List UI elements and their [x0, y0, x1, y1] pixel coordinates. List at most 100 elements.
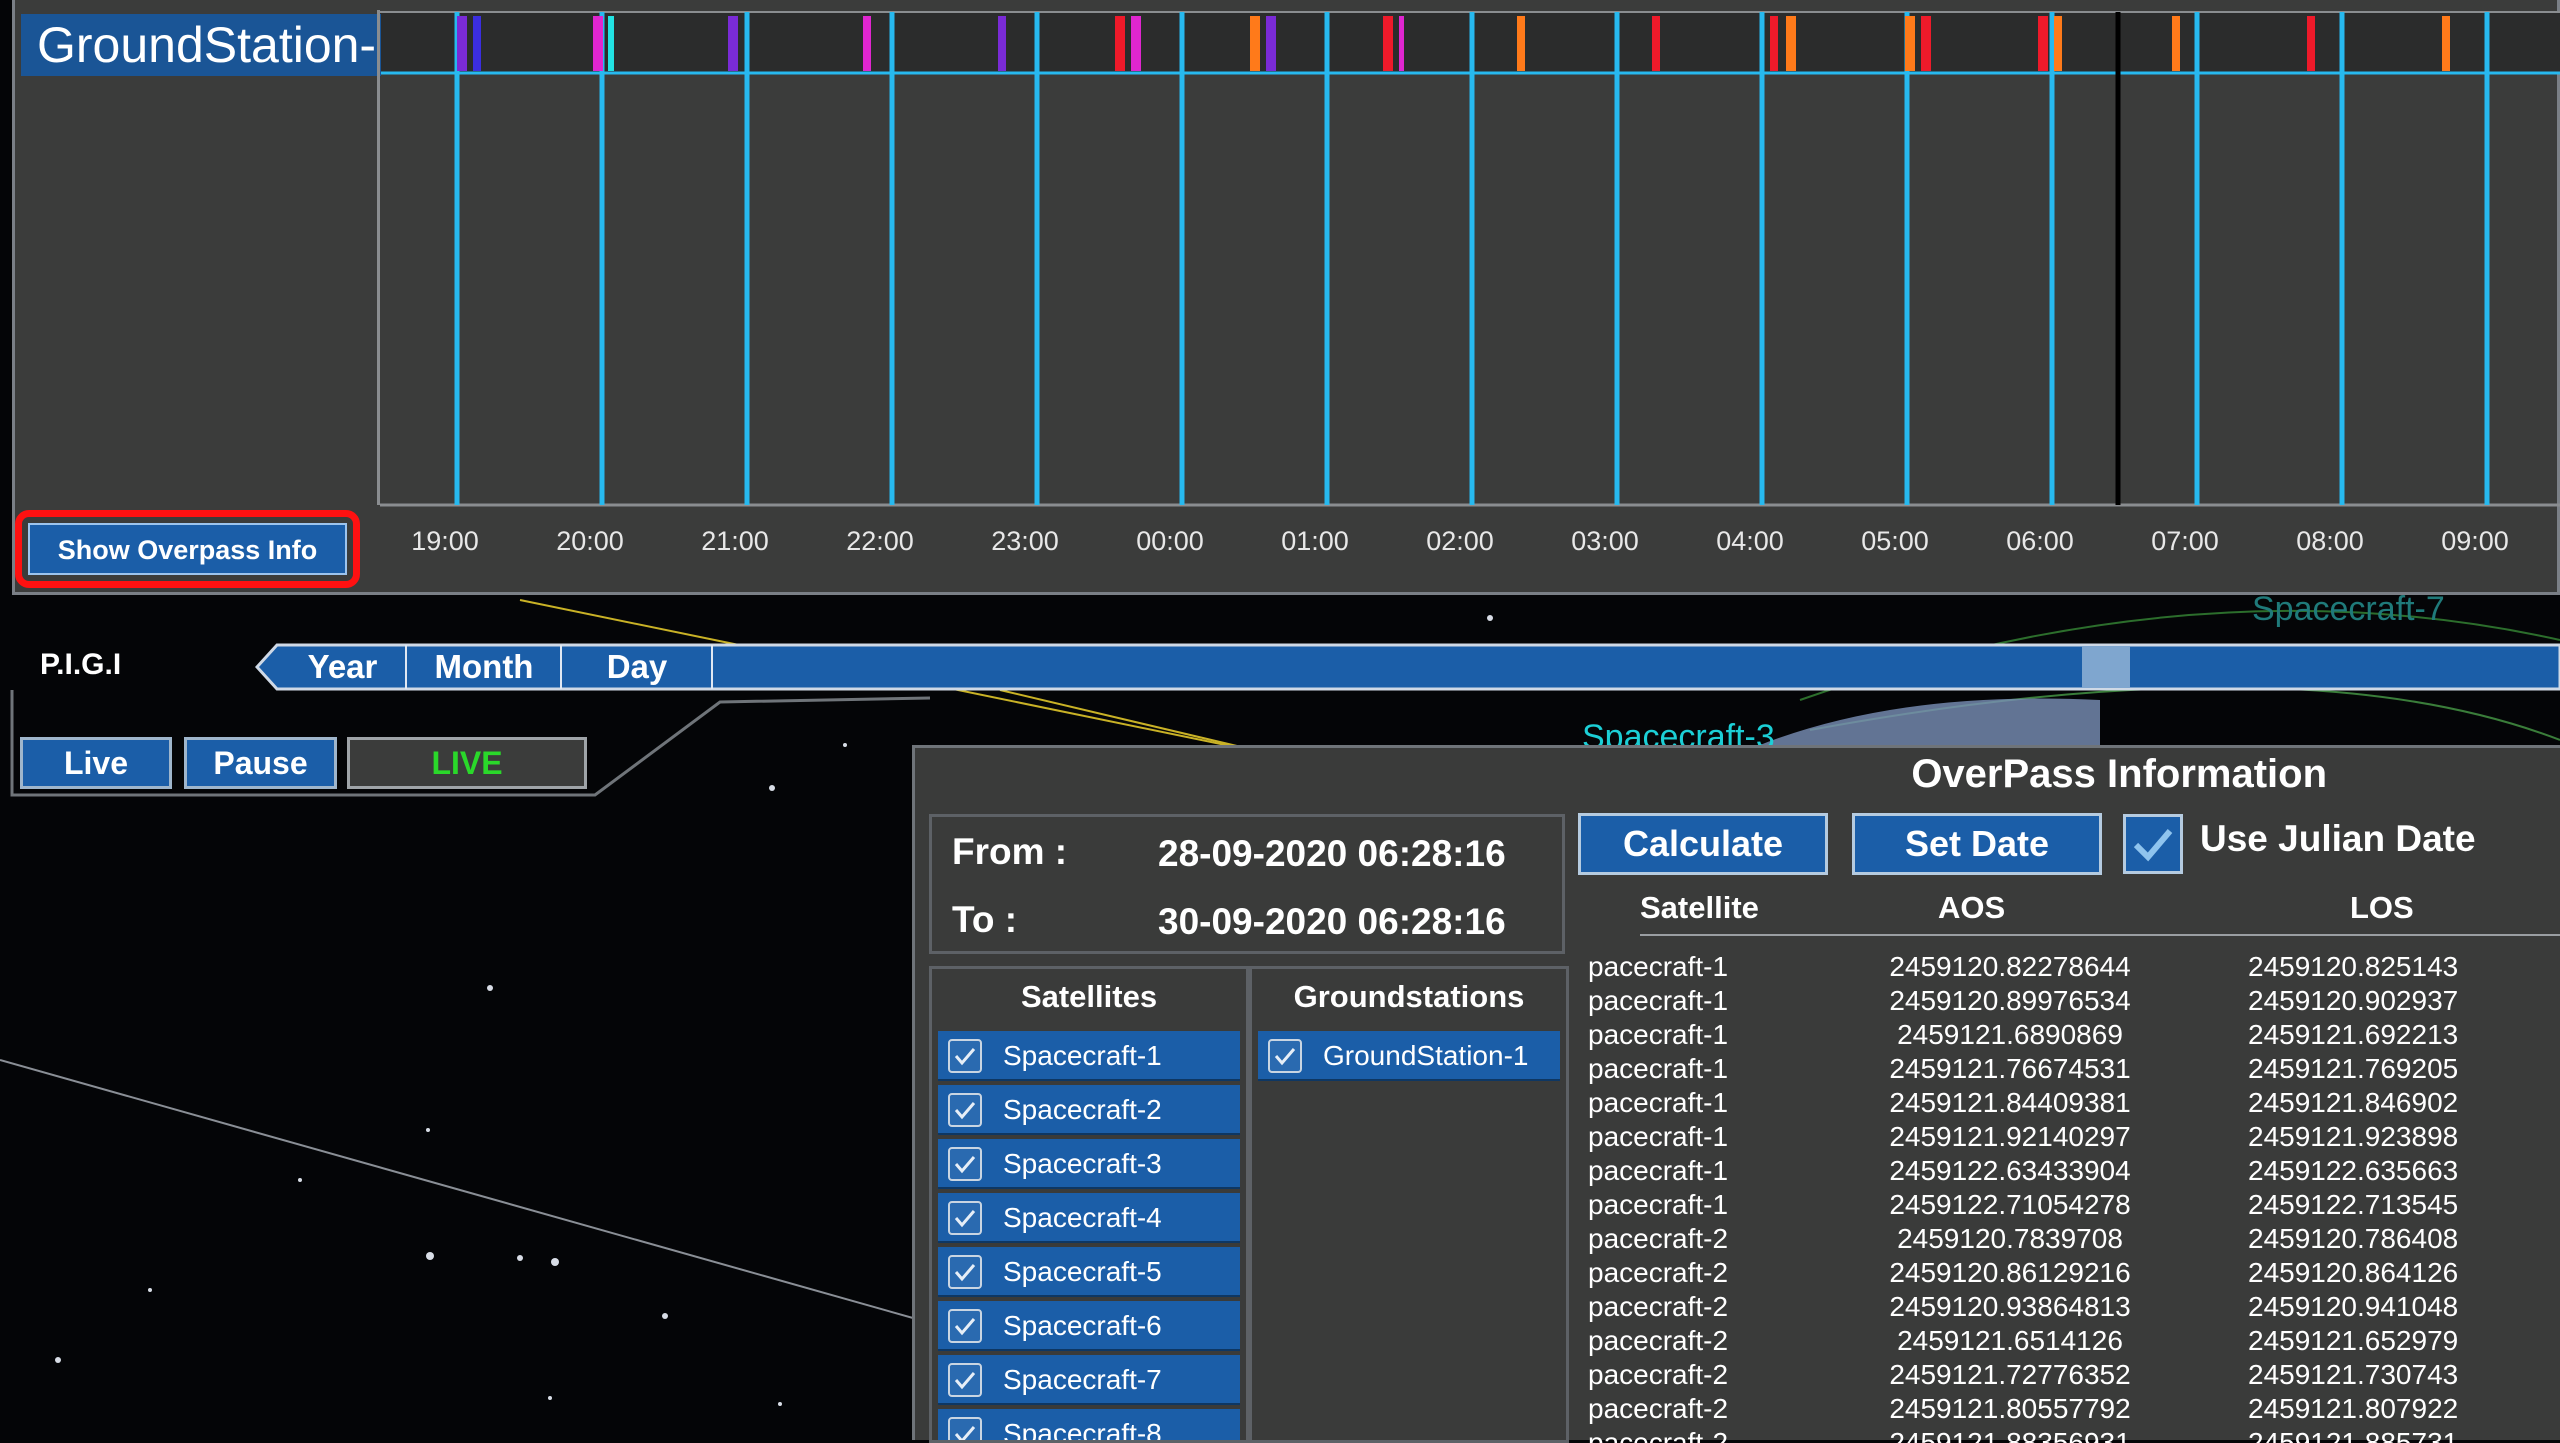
- satellite-column-header[interactable]: Satellite: [1640, 890, 1759, 926]
- overpass-marker[interactable]: [608, 16, 614, 71]
- table-row[interactable]: pacecraft-2 2459120.7839708 2459120.786408: [1580, 1222, 2560, 1256]
- time-tick-label: 08:00: [2296, 526, 2364, 556]
- table-row[interactable]: pacecraft-1 2459121.84409381 2459121.84690…: [1580, 1086, 2560, 1120]
- item-checkbox[interactable]: [948, 1093, 982, 1127]
- timeline-track[interactable]: [15, 0, 2560, 595]
- los-cell: 2459121.885731: [2248, 1427, 2459, 1443]
- overpass-marker[interactable]: [1250, 16, 1260, 71]
- los-cell: 2459121.730743: [2248, 1359, 2459, 1390]
- overpass-marker[interactable]: [2038, 16, 2048, 71]
- item-checkbox[interactable]: [948, 1255, 982, 1289]
- overpass-marker[interactable]: [1115, 16, 1125, 71]
- item-checkbox[interactable]: [948, 1309, 982, 1343]
- overpass-marker[interactable]: [1131, 16, 1141, 71]
- table-row[interactable]: pacecraft-2 2459120.93864813 2459120.94104…: [1580, 1290, 2560, 1324]
- table-row[interactable]: pacecraft-2 2459121.6514126 2459121.652979: [1580, 1324, 2560, 1358]
- check-icon: [954, 1048, 976, 1066]
- item-checkbox[interactable]: [1268, 1039, 1302, 1073]
- overpass-marker[interactable]: [457, 16, 467, 71]
- satellite-cell: pacecraft-1: [1588, 1189, 1729, 1220]
- overpass-marker[interactable]: [1383, 16, 1393, 71]
- los-cell: 2459121.807922: [2248, 1393, 2459, 1424]
- satellite-list-item[interactable]: Spacecraft-7: [938, 1355, 1240, 1405]
- from-date[interactable]: 28-09-2020 06:28:16: [1158, 833, 1506, 875]
- item-checkbox[interactable]: [948, 1147, 982, 1181]
- aos-cell: 2459121.88356931: [1889, 1427, 2131, 1443]
- satellites-header: Satellites: [1020, 979, 1158, 1014]
- overpass-results-table: Satellite AOS LOS pacecraft-1 2459120.822…: [1580, 882, 2560, 1443]
- table-row[interactable]: pacecraft-2 2459121.72776352 2459121.73074…: [1580, 1358, 2560, 1392]
- item-label: Spacecraft-1: [1003, 1040, 1162, 1071]
- groundstation-list-item[interactable]: GroundStation-1: [1258, 1031, 1560, 1081]
- overpass-marker[interactable]: [1399, 16, 1404, 71]
- item-checkbox[interactable]: [948, 1363, 982, 1397]
- year-button[interactable]: Year: [280, 645, 405, 689]
- set-date-button[interactable]: Set Date: [1852, 813, 2102, 875]
- overpass-marker[interactable]: [2307, 16, 2315, 71]
- los-cell: 2459120.864126: [2248, 1257, 2459, 1288]
- satellite-list-item[interactable]: Spacecraft-5: [938, 1247, 1240, 1297]
- los-cell: 2459121.923898: [2248, 1121, 2459, 1152]
- overpass-marker[interactable]: [2054, 16, 2062, 71]
- los-column-header[interactable]: LOS: [2350, 890, 2414, 926]
- satellite-list-item[interactable]: Spacecraft-2: [938, 1085, 1240, 1135]
- table-row[interactable]: pacecraft-1 2459121.92140297 2459121.92389…: [1580, 1120, 2560, 1154]
- overpass-marker[interactable]: [863, 16, 871, 71]
- satellite-list-item[interactable]: Spacecraft-8: [938, 1409, 1240, 1440]
- table-row[interactable]: pacecraft-1 2459120.82278644 2459120.82514…: [1580, 950, 2560, 984]
- table-row[interactable]: pacecraft-2 2459121.88356931 2459121.88573…: [1580, 1426, 2560, 1443]
- aos-cell: 2459122.71054278: [1889, 1189, 2131, 1220]
- overpass-marker[interactable]: [998, 16, 1006, 71]
- satellite-list-item[interactable]: Spacecraft-6: [938, 1301, 1240, 1351]
- item-checkbox[interactable]: [948, 1039, 982, 1073]
- month-button[interactable]: Month: [408, 645, 560, 689]
- aos-cell: 2459121.80557792: [1889, 1393, 2131, 1424]
- table-row[interactable]: pacecraft-1 2459121.6890869 2459121.692213: [1580, 1018, 2560, 1052]
- overpass-marker[interactable]: [1786, 16, 1796, 71]
- live-button[interactable]: Live: [20, 737, 172, 789]
- overpass-marker[interactable]: [1652, 16, 1660, 71]
- overpass-marker[interactable]: [1266, 16, 1276, 71]
- aos-cell: 2459121.92140297: [1889, 1121, 2131, 1152]
- to-date[interactable]: 30-09-2020 06:28:16: [1158, 901, 1506, 943]
- date-range-box: From : 28-09-2020 06:28:16 To : 30-09-20…: [929, 814, 1565, 954]
- item-checkbox[interactable]: [948, 1201, 982, 1235]
- overpass-marker[interactable]: [728, 16, 738, 71]
- groundstations-list: Groundstations GroundStation-1: [1249, 966, 1569, 1443]
- item-checkbox[interactable]: [948, 1417, 982, 1440]
- table-row[interactable]: pacecraft-1 2459122.71054278 2459122.71354…: [1580, 1188, 2560, 1222]
- satellite-cell: pacecraft-2: [1588, 1359, 1729, 1390]
- satellite-list-item[interactable]: Spacecraft-4: [938, 1193, 1240, 1243]
- satellite-cell: pacecraft-2: [1588, 1291, 1729, 1322]
- overpass-marker[interactable]: [1517, 16, 1525, 71]
- satellite-cell: pacecraft-2: [1588, 1223, 1729, 1254]
- overpass-marker[interactable]: [593, 16, 603, 71]
- time-slider-thumb[interactable]: [2082, 646, 2130, 688]
- table-row[interactable]: pacecraft-2 2459120.86129216 2459120.86412…: [1580, 1256, 2560, 1290]
- overpass-title: OverPass Information: [1911, 752, 2327, 796]
- aos-column-header[interactable]: AOS: [1938, 890, 2005, 926]
- pause-button[interactable]: Pause: [184, 737, 337, 789]
- satellite-cell: pacecraft-1: [1588, 951, 1729, 982]
- table-row[interactable]: pacecraft-1 2459121.76674531 2459121.76920…: [1580, 1052, 2560, 1086]
- check-icon: [954, 1210, 976, 1228]
- show-overpass-info-button[interactable]: Show Overpass Info: [15, 510, 360, 588]
- satellite-list-item[interactable]: Spacecraft-1: [938, 1031, 1240, 1081]
- overpass-marker[interactable]: [2442, 16, 2450, 71]
- overpass-marker[interactable]: [1921, 16, 1931, 71]
- satellite-list-item[interactable]: Spacecraft-3: [938, 1139, 1240, 1189]
- spacecraft-7-label[interactable]: Spacecraft-7: [2252, 590, 2445, 629]
- los-cell: 2459121.692213: [2248, 1019, 2459, 1050]
- overpass-marker[interactable]: [1770, 16, 1778, 71]
- table-row[interactable]: pacecraft-1 2459122.63433904 2459122.63566…: [1580, 1154, 2560, 1188]
- day-button[interactable]: Day: [563, 645, 711, 689]
- satellite-cell: pacecraft-2: [1588, 1325, 1729, 1356]
- item-label: Spacecraft-6: [1003, 1310, 1162, 1341]
- overpass-marker[interactable]: [1905, 16, 1915, 71]
- calculate-button[interactable]: Calculate: [1578, 813, 1828, 875]
- use-julian-date-checkbox[interactable]: [2123, 814, 2183, 874]
- overpass-marker[interactable]: [2172, 16, 2180, 71]
- overpass-marker[interactable]: [473, 16, 481, 71]
- table-row[interactable]: pacecraft-2 2459121.80557792 2459121.80792…: [1580, 1392, 2560, 1426]
- table-row[interactable]: pacecraft-1 2459120.89976534 2459120.90293…: [1580, 984, 2560, 1018]
